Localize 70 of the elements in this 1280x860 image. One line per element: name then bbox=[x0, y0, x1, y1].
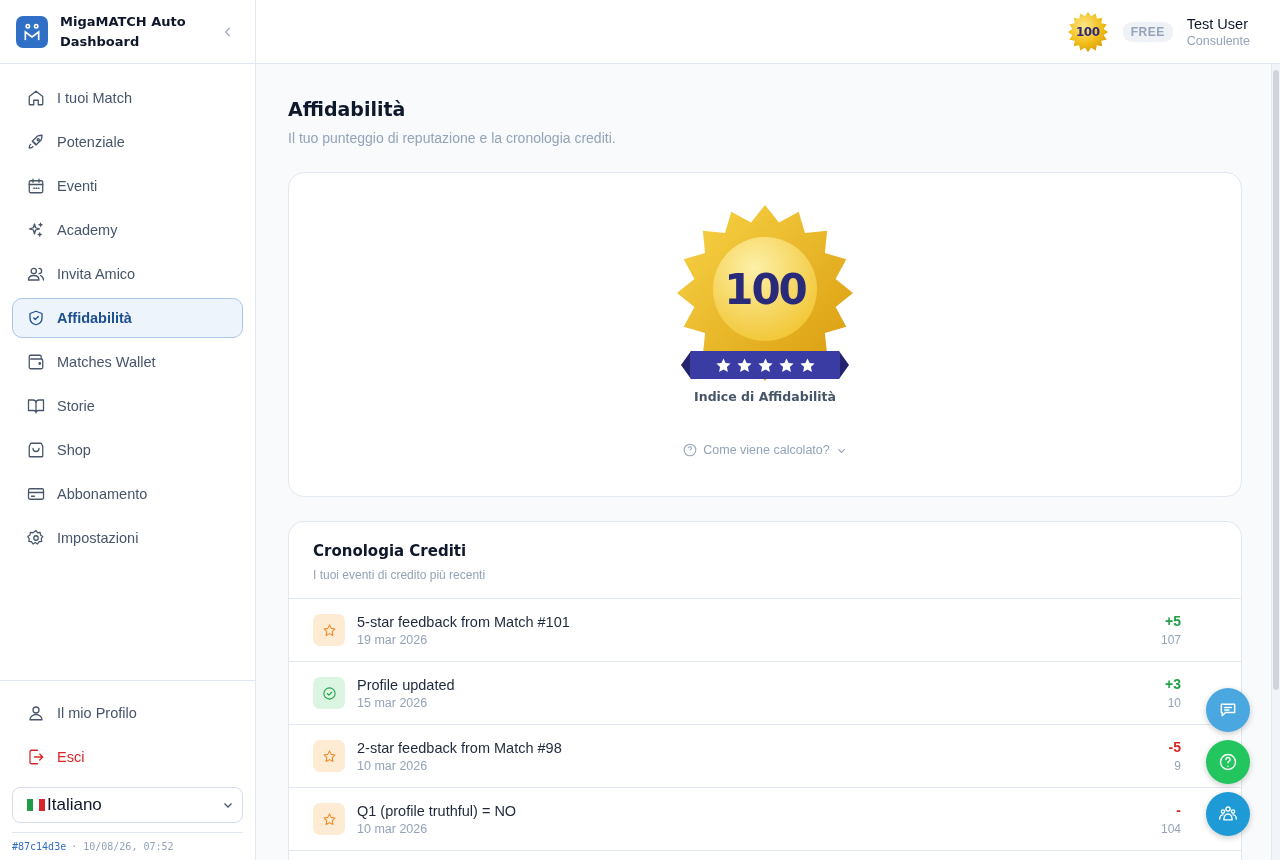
sidebar-item[interactable]: Abbonamento bbox=[12, 474, 243, 514]
app-logo bbox=[16, 15, 48, 48]
rocket-icon bbox=[27, 133, 45, 151]
credit-balance: 10 bbox=[1167, 696, 1181, 710]
star-icon bbox=[735, 356, 753, 374]
sidebar-item[interactable]: Academy bbox=[12, 210, 243, 250]
sidebar-item[interactable]: Matches Wallet bbox=[12, 342, 243, 382]
user-icon bbox=[27, 704, 45, 722]
event-date: 19 mar 2026 bbox=[357, 632, 429, 647]
star-icon bbox=[321, 622, 337, 638]
calendar-icon bbox=[27, 177, 45, 195]
sidebar-item[interactable]: Impostazioni bbox=[12, 518, 243, 558]
help-icon bbox=[1218, 752, 1238, 772]
language-select[interactable]: Italiano bbox=[12, 787, 243, 823]
settings-icon bbox=[27, 529, 45, 547]
sidebar-item[interactable]: Potenziale bbox=[12, 122, 243, 162]
users-icon bbox=[27, 265, 45, 283]
group-icon bbox=[1218, 804, 1238, 824]
page-subtitle: Il tuo punteggio di reputazione e la cronologia crediti. bbox=[288, 130, 617, 146]
star-icon bbox=[321, 811, 337, 827]
home-icon bbox=[27, 89, 45, 107]
build-timestamp: · 10/08/26, 07:52 bbox=[71, 841, 174, 852]
credit-change: +3 bbox=[1165, 676, 1181, 692]
user-name: Test User bbox=[1186, 15, 1249, 32]
logout-button[interactable]: Esci bbox=[12, 737, 243, 777]
event-date: 10 mar 2026 bbox=[357, 758, 429, 773]
sidebar-item[interactable]: Eventi bbox=[12, 166, 243, 206]
book-icon bbox=[27, 397, 45, 415]
star-icon bbox=[756, 356, 774, 374]
section-title: Cronologia Crediti bbox=[313, 542, 468, 560]
credit-balance: 104 bbox=[1160, 822, 1181, 836]
credit-change: +5 bbox=[1165, 613, 1181, 629]
event-title: Q1 (profile truthful) = NO bbox=[357, 802, 518, 819]
check-circle-icon bbox=[321, 685, 337, 701]
section-subtitle: I tuoi eventi di credito più recenti bbox=[313, 568, 487, 582]
star-icon bbox=[714, 356, 732, 374]
build-hash: #87c14d3e bbox=[12, 841, 67, 852]
wallet-icon bbox=[27, 353, 45, 371]
sidebar-item[interactable]: Shop bbox=[12, 430, 243, 470]
credit-card-icon bbox=[27, 485, 45, 503]
credit-change: -5 bbox=[1168, 739, 1181, 755]
sidebar-item[interactable]: Invita Amico bbox=[12, 254, 243, 294]
credit-change: - bbox=[1176, 802, 1181, 818]
event-date: 10 mar 2026 bbox=[357, 821, 429, 836]
app-title: MigaMATCH Auto Dashboard bbox=[60, 12, 187, 51]
star-icon bbox=[777, 356, 795, 374]
scrollbar[interactable] bbox=[1271, 64, 1280, 860]
user-role: Consulente bbox=[1186, 33, 1250, 48]
star-icon bbox=[798, 356, 816, 374]
flag-icon bbox=[27, 799, 45, 811]
sparkles-icon bbox=[27, 221, 45, 239]
credit-balance: 107 bbox=[1160, 633, 1181, 647]
score-badge: 100 bbox=[1066, 10, 1109, 53]
shield-check-icon bbox=[27, 309, 45, 327]
page-title: Affidabilità bbox=[288, 98, 407, 120]
profile-link[interactable]: Il mio Profilo bbox=[12, 693, 243, 733]
event-title: 2-star feedback from Match #98 bbox=[357, 739, 563, 756]
credit-balance: 9 bbox=[1174, 759, 1181, 773]
event-title: Profile updated bbox=[357, 676, 456, 693]
sidebar-item[interactable]: Affidabilità bbox=[12, 298, 243, 338]
sidebar-item[interactable]: I tuoi Match bbox=[12, 78, 243, 118]
plan-badge: FREE bbox=[1122, 21, 1173, 42]
score-label: Indice di Affidabilità bbox=[694, 389, 836, 404]
event-date: 15 mar 2026 bbox=[357, 695, 429, 710]
help-icon bbox=[683, 443, 698, 457]
star-icon bbox=[321, 748, 337, 764]
logout-icon bbox=[27, 748, 45, 766]
sidebar-item[interactable]: Storie bbox=[12, 386, 243, 426]
shopping-bag-icon bbox=[27, 441, 45, 459]
event-title: 5-star feedback from Match #101 bbox=[357, 613, 571, 630]
